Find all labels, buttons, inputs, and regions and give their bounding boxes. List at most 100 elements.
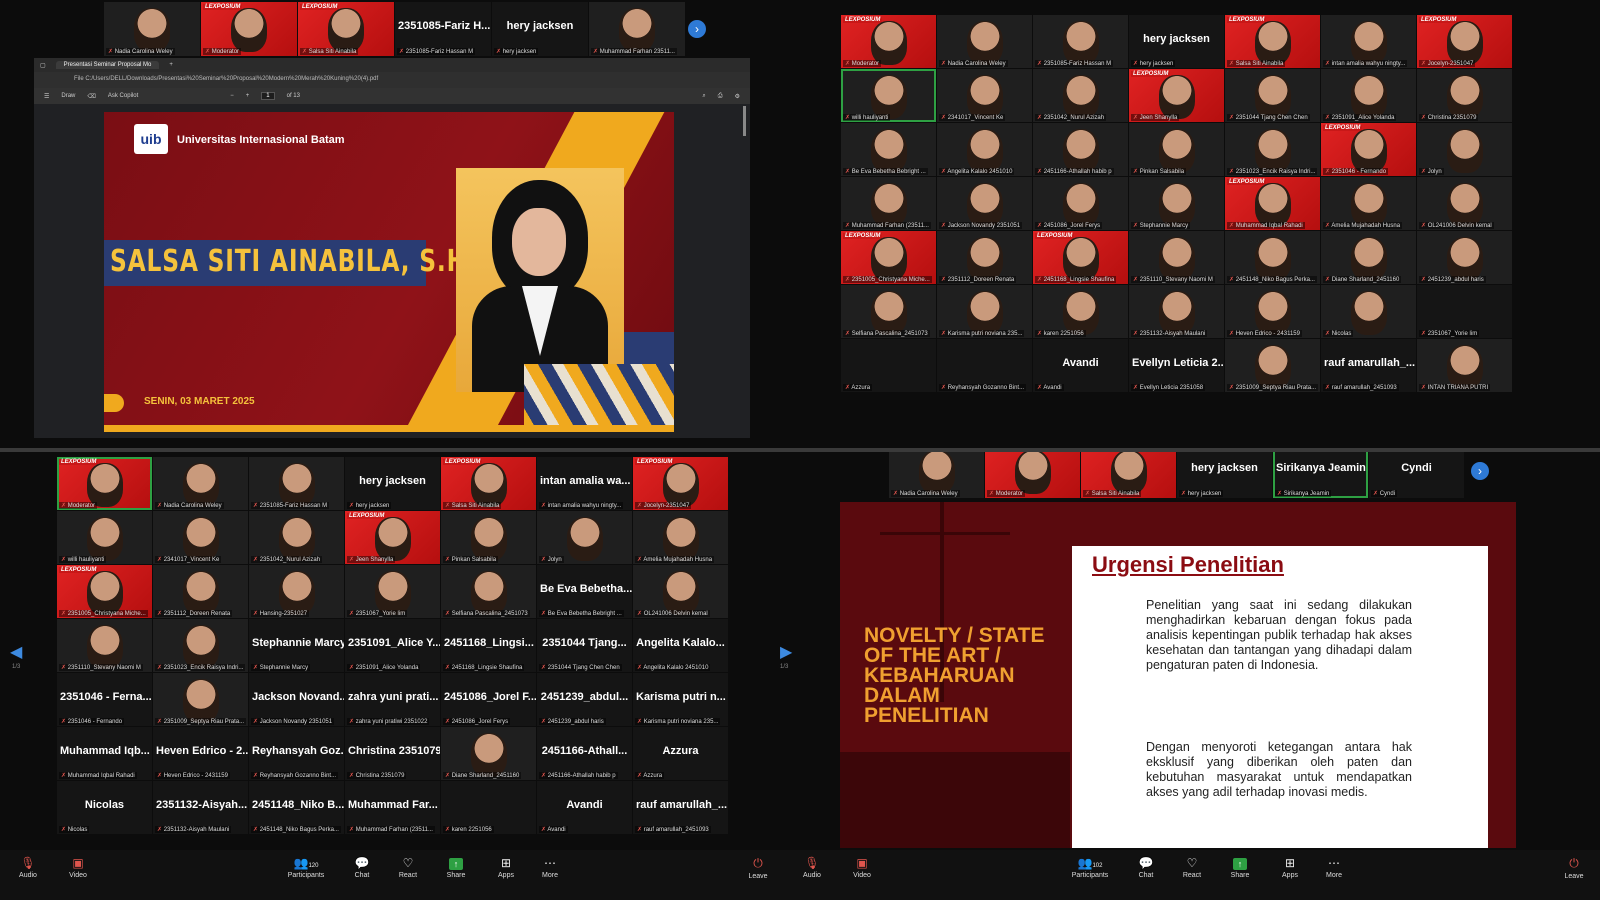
- apps-button[interactable]: ⊞ Apps: [486, 856, 526, 879]
- next-page-icon[interactable]: ›: [688, 20, 706, 38]
- video-button[interactable]: ▣ Video: [58, 856, 98, 879]
- participant-tile[interactable]: 2351067_Yorie lim: [345, 565, 440, 618]
- participant-tile[interactable]: Christina 2351079 Christina 2351079: [345, 727, 440, 780]
- participant-tile[interactable]: 2351085-Fariz Hassan M: [249, 457, 344, 510]
- participant-tile[interactable]: 2351046 - Ferna... 2351046 - Fernando: [57, 673, 152, 726]
- participant-tile[interactable]: 2451148_Niko Bagus Perka...: [1225, 231, 1320, 284]
- participant-tile[interactable]: Muhammad Iqb... Muhammad Iqbal Rahadi: [57, 727, 152, 780]
- participant-tile[interactable]: 2351023_Encik Raisya Indri...: [1225, 123, 1320, 176]
- erase-icon[interactable]: ⌫: [87, 93, 95, 100]
- participant-tile[interactable]: Nadia Carolina Weley: [889, 452, 984, 498]
- participant-tile[interactable]: 2451239_abdul... 2451239_abdul haris: [537, 673, 632, 726]
- participant-tile[interactable]: Jolyn: [537, 511, 632, 564]
- participant-tile[interactable]: Sirikanya Jeamin Sirikanya Jeamin: [1273, 452, 1368, 498]
- participant-tile[interactable]: 2351044 Tjang... 2351044 Tjang Chen Chen: [537, 619, 632, 672]
- scrollbar[interactable]: [743, 106, 746, 136]
- participant-tile[interactable]: Stephannie Marcy Stephannie Marcy: [249, 619, 344, 672]
- participant-tile[interactable]: Heven Edrico - 2431159: [1225, 285, 1320, 338]
- participant-tile[interactable]: willi hauliyanti: [841, 69, 936, 122]
- participant-tile[interactable]: intan amalia wa... intan amalia wahyu nin…: [537, 457, 632, 510]
- participant-tile[interactable]: LEXPOSIUMModerator: [201, 2, 297, 56]
- zoom-out-icon[interactable]: −: [230, 93, 234, 99]
- leave-button[interactable]: ⏻ Leave: [1554, 856, 1594, 880]
- participant-tile[interactable]: LEXPOSIUM 2351046 - Fernando: [1321, 123, 1416, 176]
- participant-tile[interactable]: LEXPOSIUMSalsa Siti Ainabila: [441, 457, 536, 510]
- draw-tool[interactable]: Draw: [61, 93, 75, 99]
- participant-tile[interactable]: Nicolas: [1321, 285, 1416, 338]
- audio-button[interactable]: 🎙 Audio: [800, 856, 832, 879]
- participant-tile[interactable]: Selfiana Pascalina_2451073: [841, 285, 936, 338]
- participant-tile[interactable]: Avandi Avandi: [1033, 339, 1128, 392]
- participant-tile[interactable]: Cyndi Cyndi: [1369, 452, 1464, 498]
- participant-tile[interactable]: LEXPOSIUM Jocelyn-2351047: [1417, 15, 1512, 68]
- participant-tile[interactable]: 2451148_Niko B... 2451148_Niko Bagus Perk…: [249, 781, 344, 834]
- participant-tile[interactable]: LEXPOSIUMModerator: [841, 15, 936, 68]
- participant-tile[interactable]: Angelita Kalalo 2451010: [937, 123, 1032, 176]
- participant-tile[interactable]: LEXPOSIUM Jeen Shanylla: [345, 511, 440, 564]
- participant-tile[interactable]: Pinkan Salsabila: [1129, 123, 1224, 176]
- participant-tile[interactable]: Selfiana Pascalina_2451073: [441, 565, 536, 618]
- participant-tile[interactable]: INTAN TRIANA PUTRI: [1417, 339, 1512, 392]
- participant-tile[interactable]: intan amalia wahyu ningty...: [1321, 15, 1416, 68]
- participant-tile[interactable]: Avandi Avandi: [537, 781, 632, 834]
- participant-tile[interactable]: rauf amarullah_...rauf amarullah_2451093: [633, 781, 728, 834]
- participant-tile[interactable]: 2351091_Alice Y... 2351091_Alice Yolanda: [345, 619, 440, 672]
- participant-tile[interactable]: Nadia Carolina Weley: [937, 15, 1032, 68]
- participant-tile[interactable]: 2351023_Encik Raisya Indri...: [153, 619, 248, 672]
- participant-tile[interactable]: LEXPOSIUMSalsa Siti Ainabila: [298, 2, 394, 56]
- participant-tile[interactable]: Azzura: [841, 339, 936, 392]
- participant-tile[interactable]: 2351067_Yorie lim: [1417, 285, 1512, 338]
- participant-tile[interactable]: Jolyn: [1417, 123, 1512, 176]
- participants-button[interactable]: 👥102 Participants: [1070, 856, 1110, 879]
- participant-tile[interactable]: Jackson Novand... Jackson Novandy 2351051: [249, 673, 344, 726]
- participant-tile[interactable]: 2451166-Athall... 2451166-Athallah habib …: [537, 727, 632, 780]
- video-button[interactable]: ▣ Video: [842, 856, 882, 879]
- participant-tile[interactable]: OL241006 Delvin kemal: [1417, 177, 1512, 230]
- participant-tile[interactable]: Azzura Azzura: [633, 727, 728, 780]
- participant-tile[interactable]: LEXPOSIUMSalsa Siti Ainabila: [1081, 452, 1176, 498]
- leave-button[interactable]: ⏻ Leave: [738, 856, 778, 880]
- chat-button[interactable]: 💬 Chat: [342, 856, 382, 879]
- participants-button[interactable]: 👥120 Participants: [286, 856, 326, 879]
- browser-tab[interactable]: Presentasi Seminar Proposal Mo: [55, 61, 160, 69]
- chat-button[interactable]: 💬 Chat: [1126, 856, 1166, 879]
- participant-tile[interactable]: hery jacksen hery jacksen: [345, 457, 440, 510]
- participant-tile[interactable]: Heven Edrico - 2... Heven Edrico - 243115…: [153, 727, 248, 780]
- participant-tile[interactable]: Amelia Mujahadah Husna: [1321, 177, 1416, 230]
- participant-tile[interactable]: 2341017_Vincent Ke: [937, 69, 1032, 122]
- participant-tile[interactable]: 2351110_Stevany Naomi M: [57, 619, 152, 672]
- participant-tile[interactable]: Karisma putri n... Karisma putri noviana …: [633, 673, 728, 726]
- participant-tile[interactable]: 2451086_Jorel F... 2451086_Jorel Ferys: [441, 673, 536, 726]
- share-button[interactable]: ↑ Share: [1220, 856, 1260, 879]
- address-bar[interactable]: File C:/Users/DELL/Downloads/Presentasi%…: [34, 72, 750, 88]
- more-button[interactable]: ⋯ More: [530, 856, 570, 879]
- participant-tile[interactable]: rauf amarullah_...rauf amarullah_2451093: [1321, 339, 1416, 392]
- participant-tile[interactable]: LEXPOSIUM 2351005_Christyana Miche...: [841, 231, 936, 284]
- react-button[interactable]: ♡ React: [1172, 856, 1212, 879]
- participant-tile[interactable]: 2351009_Septya Riau Prata...: [153, 673, 248, 726]
- participant-tile[interactable]: hery jacksen hery jacksen: [1129, 15, 1224, 68]
- participant-tile[interactable]: 2351112_Doreen Renata: [153, 565, 248, 618]
- participant-tile[interactable]: 2351091_Alice Yolanda: [1321, 69, 1416, 122]
- react-button[interactable]: ♡ React: [388, 856, 428, 879]
- participant-tile[interactable]: zahra yuni prati... zahra yuni pratiwi 23…: [345, 673, 440, 726]
- participant-tile[interactable]: Reyhansyah Goz... Reyhansyah Gozanno Bint…: [249, 727, 344, 780]
- participant-tile[interactable]: 2351132-Aisyah... 2351132-Aisyah Maulani: [153, 781, 248, 834]
- participant-tile[interactable]: LEXPOSIUMModerator: [985, 452, 1080, 498]
- print-icon[interactable]: ⎙: [718, 93, 723, 100]
- share-button[interactable]: ↑ Share: [436, 856, 476, 879]
- participant-tile[interactable]: karen 2251056: [441, 781, 536, 834]
- participant-tile[interactable]: LEXPOSIUM Muhammad Iqbal Rahadi: [1225, 177, 1320, 230]
- participant-tile[interactable]: LEXPOSIUM 2451168_Lingsie Shaufina: [1033, 231, 1128, 284]
- participant-tile[interactable]: 2351044 Tjang Chen Chen: [1225, 69, 1320, 122]
- participant-tile[interactable]: 2351042_Nurul Azizah: [249, 511, 344, 564]
- ask-copilot-button[interactable]: Ask Copilot: [108, 93, 138, 99]
- participant-tile[interactable]: Diane Sharland_2451160: [1321, 231, 1416, 284]
- participant-tile[interactable]: Be Eva Bebetha... Be Eva Bebetha Bebright…: [537, 565, 632, 618]
- participant-tile[interactable]: Be Eva Bebetha Bebright ...: [841, 123, 936, 176]
- participant-tile[interactable]: Hansing-2351027: [249, 565, 344, 618]
- participant-tile[interactable]: Muhammad Farhan 23511...: [589, 2, 685, 56]
- participant-tile[interactable]: LEXPOSIUM Jeen Shanylla: [1129, 69, 1224, 122]
- prev-page-icon[interactable]: ◀: [10, 642, 22, 662]
- participant-tile[interactable]: Muhammad Farhan (23511...: [841, 177, 936, 230]
